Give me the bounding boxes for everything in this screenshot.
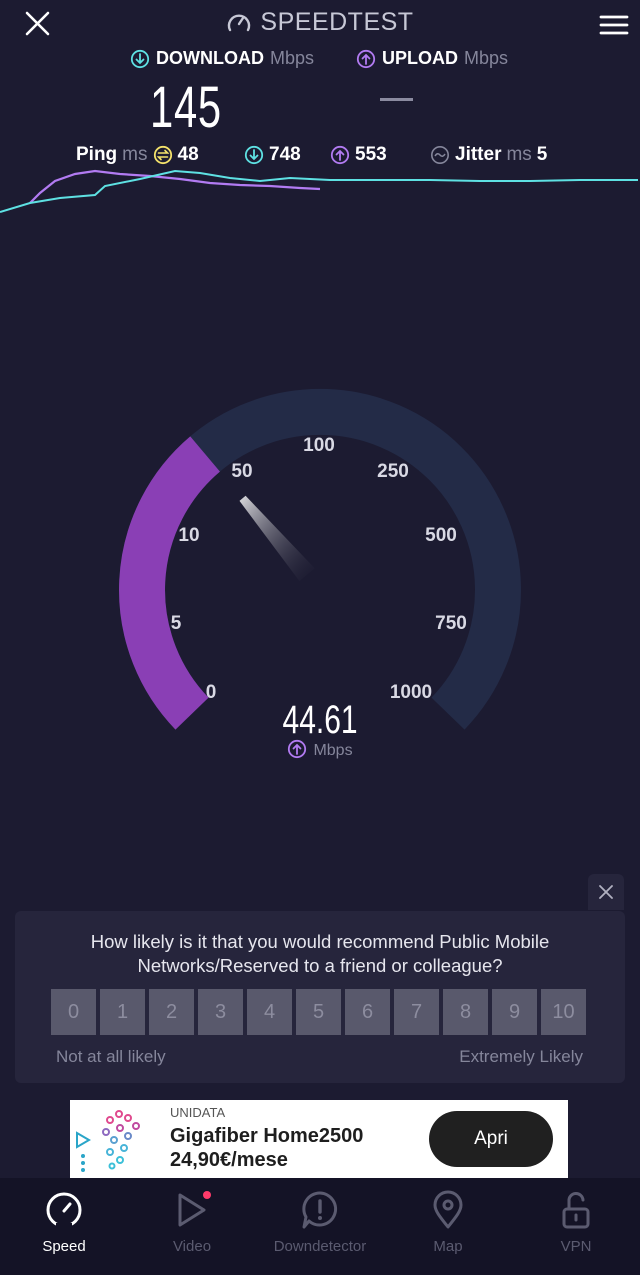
download-label: DOWNLOAD Mbps [130,48,314,69]
upload-label-text: UPLOAD [382,48,458,68]
gauge-tick: 250 [377,461,409,482]
rating-option[interactable]: 1 [100,989,145,1035]
ad-choices-icon[interactable] [74,1130,94,1174]
nav-label: Downdetector [273,1238,367,1255]
play-icon [178,1191,211,1227]
jitter-icon [431,146,449,164]
jitter-unit: ms [506,144,532,165]
rating-option[interactable]: 5 [296,989,341,1035]
gauge-tick: 750 [435,613,467,634]
nav-item-vpn[interactable]: VPN [512,1178,640,1275]
ad-banner[interactable]: UNIDATA Gigafiber Home2500 24,90€/mese A… [70,1100,568,1178]
rating-option[interactable]: 4 [247,989,292,1035]
nps-survey-card: How likely is it that you would recommen… [15,911,625,1083]
alert-icon [302,1191,338,1229]
nav-label: Speed [42,1238,86,1255]
current-speed-value: 44.61 [0,698,640,743]
download-graph-line [0,169,638,213]
speed-graph [0,169,638,213]
nav-item-video[interactable]: Video [128,1178,256,1275]
brand-text: SPEEDTEST [260,8,414,36]
gauge-tick: 5 [171,613,182,634]
upload-unit: Mbps [464,48,509,68]
ping-idle-value: 48 [177,144,199,165]
download-value: 145 [150,75,222,140]
download-arrow-icon [244,145,264,165]
ping-upload-stat: 553 [330,144,387,166]
gauge-tick: 10 [178,525,199,546]
ping-download-value: 748 [269,144,301,165]
ping-idle-icon [153,145,172,165]
current-speed-unit: Mbps [0,739,640,760]
gauge-tick: 500 [425,525,457,546]
download-label-text: DOWNLOAD [156,48,264,68]
ad-open-button[interactable]: Apri [429,1111,553,1167]
ad-brand: UNIDATA [170,1105,226,1120]
ad-title: Gigafiber Home2500 [170,1125,364,1147]
survey-low-label: Not at all likely [56,1047,166,1066]
upload-arrow-icon [288,739,307,759]
rating-option[interactable]: 10 [541,989,586,1035]
nav-label: VPN [560,1238,592,1255]
gauge-tick: 100 [303,435,335,456]
speedometer-icon [228,14,251,32]
map-pin-icon [433,1190,463,1229]
download-arrow-icon [130,49,150,68]
rating-option[interactable]: 2 [149,989,194,1035]
unidata-logo-icon [102,1110,140,1170]
upload-value-placeholder [380,98,413,101]
download-unit: Mbps [269,48,314,68]
ping-unit: ms [122,144,148,165]
nav-item-speed[interactable]: Speed [0,1178,128,1275]
ping-label: Ping [76,144,118,165]
nav-item-downdetector[interactable]: Downdetector [256,1178,384,1275]
bottom-nav: Speed Video Downdetector Map VPN [0,1178,640,1275]
ping-download-stat: 748 [244,144,301,166]
close-icon [599,885,613,899]
rating-option[interactable]: 9 [492,989,537,1035]
upload-label: UPLOAD Mbps [356,48,508,69]
rating-option[interactable]: 0 [51,989,96,1035]
jitter-label: Jitter [455,144,502,165]
nav-item-map[interactable]: Map [384,1178,512,1275]
hamburger-icon [599,15,629,35]
rating-option[interactable]: 3 [198,989,243,1035]
upload-graph-line [29,169,321,204]
upload-arrow-icon [330,145,350,165]
upload-arrow-icon [356,49,376,68]
survey-question: How likely is it that you would recommen… [90,931,550,976]
lock-icon [562,1192,590,1229]
ad-price: 24,90€/mese [170,1149,288,1171]
survey-high-label: Extremely Likely [459,1047,583,1066]
notification-dot [203,1191,211,1199]
gauge-tick: 50 [231,461,252,482]
rating-option[interactable]: 7 [394,989,439,1035]
ping-upload-value: 553 [355,144,387,165]
rating-scale: 0 1 2 3 4 5 6 7 8 9 10 [51,989,586,1035]
speedometer-icon [46,1192,82,1229]
current-speed-unit-text: Mbps [313,742,353,759]
jitter-stat: Jitter ms 5 [430,144,547,166]
rating-option[interactable]: 6 [345,989,390,1035]
gauge-fill [119,436,221,730]
current-speed-text: 44.61 [282,698,358,742]
menu-button[interactable] [596,10,632,40]
app-title: SPEEDTEST [0,8,640,37]
jitter-value: 5 [536,144,548,165]
rating-option[interactable]: 8 [443,989,488,1035]
gauge-needle [239,495,315,582]
ping-stat: Ping ms 48 [76,144,199,166]
nav-label: Map [433,1238,463,1255]
nav-label: Video [172,1238,212,1255]
survey-close-button[interactable] [588,874,624,910]
